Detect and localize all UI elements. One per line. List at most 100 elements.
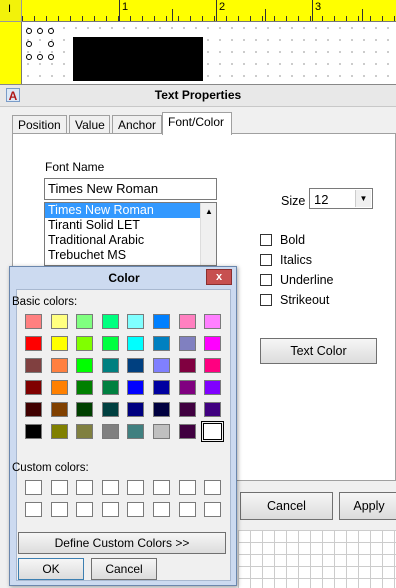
color-swatch[interactable] [101, 336, 119, 351]
color-swatch[interactable] [101, 358, 119, 373]
size-select[interactable]: 12 ▼ [309, 188, 373, 209]
color-swatch[interactable] [127, 380, 145, 395]
resize-handle[interactable] [26, 28, 32, 34]
redacted-object[interactable] [73, 37, 203, 81]
color-swatch[interactable] [178, 424, 196, 439]
color-swatch[interactable] [178, 380, 196, 395]
custom-color-slot[interactable] [25, 480, 42, 495]
color-swatch[interactable] [178, 358, 196, 373]
custom-color-slot[interactable] [178, 502, 196, 517]
color-swatch[interactable] [178, 314, 196, 329]
define-custom-colors-button[interactable]: Define Custom Colors >> [18, 532, 226, 554]
color-swatch[interactable] [25, 314, 42, 329]
color-swatch[interactable] [153, 380, 170, 395]
color-swatch[interactable] [76, 380, 94, 395]
color-swatch[interactable] [101, 380, 119, 395]
color-swatch[interactable] [204, 358, 222, 373]
color-swatch[interactable] [76, 314, 94, 329]
color-swatch[interactable] [76, 336, 94, 351]
color-swatch[interactable] [178, 336, 196, 351]
color-swatch[interactable] [50, 336, 68, 351]
custom-color-slot[interactable] [127, 502, 145, 517]
ok-button[interactable]: OK [18, 558, 84, 580]
color-swatch[interactable] [153, 424, 170, 439]
ruler-number-2: 2 [219, 1, 226, 13]
color-swatch[interactable] [76, 424, 94, 439]
resize-handle[interactable] [48, 54, 54, 60]
color-swatch[interactable] [25, 424, 42, 439]
custom-color-slot[interactable] [127, 480, 145, 495]
custom-color-slot[interactable] [178, 480, 196, 495]
font-list-item[interactable]: Times New Roman [45, 203, 201, 218]
color-swatch[interactable] [50, 314, 68, 329]
custom-color-slot[interactable] [101, 480, 119, 495]
color-swatch[interactable] [204, 380, 222, 395]
color-swatch[interactable] [153, 402, 170, 417]
color-swatch[interactable] [127, 314, 145, 329]
checkbox-box[interactable] [260, 274, 272, 286]
custom-color-slot[interactable] [204, 480, 222, 495]
tab-anchor[interactable]: Anchor [112, 115, 162, 134]
color-swatch[interactable] [101, 402, 119, 417]
dialog-titlebar[interactable]: A Text Properties [0, 85, 396, 107]
color-swatch[interactable] [153, 314, 170, 329]
text-color-button[interactable]: Text Color [260, 338, 377, 364]
color-swatch[interactable] [50, 358, 68, 373]
color-swatch[interactable] [50, 380, 68, 395]
color-swatch[interactable] [101, 314, 119, 329]
font-name-input[interactable]: Times New Roman [44, 178, 217, 200]
color-swatch[interactable] [204, 402, 222, 417]
checkbox-box[interactable] [260, 234, 272, 246]
color-swatch[interactable] [127, 358, 145, 373]
tab-position[interactable]: Position [12, 115, 67, 134]
chevron-down-icon[interactable]: ▼ [355, 190, 371, 207]
custom-color-slot[interactable] [204, 502, 222, 517]
custom-color-slot[interactable] [101, 502, 119, 517]
custom-color-slot[interactable] [25, 502, 42, 517]
custom-color-slot[interactable] [50, 502, 68, 517]
font-list-item[interactable]: Traditional Arabic [45, 233, 201, 248]
font-list-item[interactable]: Trebuchet MS [45, 248, 201, 263]
color-swatch[interactable] [50, 402, 68, 417]
checkbox-box[interactable] [260, 294, 272, 306]
color-swatch[interactable] [25, 358, 42, 373]
resize-handle[interactable] [48, 41, 54, 47]
cancel-button[interactable]: Cancel [240, 492, 333, 520]
color-swatch[interactable] [127, 402, 145, 417]
resize-handle[interactable] [26, 54, 32, 60]
color-cancel-button[interactable]: Cancel [91, 558, 157, 580]
custom-color-slot[interactable] [153, 480, 170, 495]
custom-color-slot[interactable] [76, 480, 94, 495]
resize-handle[interactable] [48, 28, 54, 34]
tab-font-color[interactable]: Font/Color [162, 112, 232, 135]
color-swatch[interactable] [153, 358, 170, 373]
color-swatch[interactable] [153, 336, 170, 351]
color-swatch[interactable] [178, 402, 196, 417]
scroll-up-icon[interactable]: ▲ [205, 207, 213, 216]
checkbox-box[interactable] [260, 254, 272, 266]
color-swatch[interactable] [25, 336, 42, 351]
font-list-scrollbar[interactable]: ▲ [200, 203, 216, 265]
color-swatch[interactable] [127, 336, 145, 351]
color-swatch[interactable] [76, 358, 94, 373]
apply-button[interactable]: Apply [339, 492, 396, 520]
color-swatch[interactable] [101, 424, 119, 439]
color-swatch[interactable] [127, 424, 145, 439]
color-swatch[interactable] [76, 402, 94, 417]
color-swatch[interactable] [204, 336, 222, 351]
custom-color-slot[interactable] [50, 480, 68, 495]
font-listbox[interactable]: Times New Roman Tiranti Solid LET Tradit… [44, 202, 217, 266]
color-swatch[interactable] [204, 314, 222, 329]
color-swatch[interactable] [50, 424, 68, 439]
font-list-item[interactable]: Tiranti Solid LET [45, 218, 201, 233]
resize-handle[interactable] [37, 54, 43, 60]
color-swatch[interactable] [25, 380, 42, 395]
tab-value[interactable]: Value [69, 115, 110, 134]
resize-handle[interactable] [26, 41, 32, 47]
color-swatch[interactable] [201, 421, 225, 442]
resize-handle[interactable] [37, 28, 43, 34]
custom-color-slot[interactable] [153, 502, 170, 517]
color-swatch[interactable] [25, 402, 42, 417]
close-icon[interactable]: x [206, 269, 232, 285]
custom-color-slot[interactable] [76, 502, 94, 517]
